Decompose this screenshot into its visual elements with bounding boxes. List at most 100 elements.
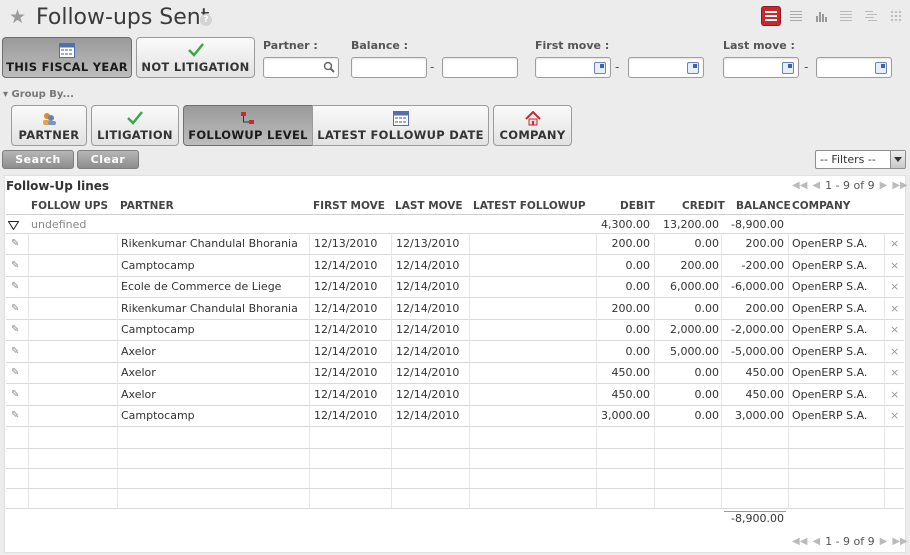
first-page-icon[interactable]: ◀◀ (792, 180, 807, 191)
cell-last-move: 12/14/2010 (396, 388, 460, 401)
close-icon[interactable]: × (890, 388, 899, 401)
first-move-dash: - (615, 60, 620, 74)
column-latest-followup[interactable]: LATEST FOLLOWUP (473, 200, 586, 212)
pencil-icon[interactable]: ✎ (11, 238, 19, 249)
filters-select-value: -- Filters -- (820, 153, 876, 166)
last-move-from-input[interactable] (723, 57, 799, 78)
pencil-icon[interactable]: ✎ (11, 324, 19, 335)
graph-view-icon[interactable] (811, 6, 831, 26)
column-follow-ups[interactable]: FOLLOW UPS (31, 200, 108, 212)
column-debit[interactable]: DEBIT (620, 200, 655, 212)
pencil-icon[interactable]: ✎ (11, 389, 19, 400)
last-move-to-input[interactable] (816, 57, 892, 78)
close-icon[interactable]: × (890, 259, 899, 272)
column-company[interactable]: COMPANY (792, 200, 850, 212)
pager-text[interactable]: 1 - 9 of 9 (825, 535, 875, 548)
latest-followup-date-group-label: LATEST FOLLOWUP DATE (317, 128, 484, 142)
column-credit[interactable]: CREDIT (682, 200, 725, 212)
group-by-partner[interactable]: PARTNER (11, 105, 87, 146)
kanban-view-icon[interactable] (886, 6, 906, 26)
row-divider (6, 340, 904, 341)
cell-partner: Camptocamp (121, 409, 195, 422)
close-icon[interactable]: × (890, 323, 899, 336)
pencil-icon[interactable]: ✎ (11, 303, 19, 314)
close-icon[interactable]: × (890, 345, 899, 358)
cell-company: OpenERP S.A. (792, 388, 868, 401)
list-view-icon[interactable] (761, 6, 781, 26)
date-picker-icon[interactable] (875, 62, 887, 74)
column-last-move[interactable]: LAST MOVE (395, 200, 463, 212)
pencil-icon[interactable]: ✎ (11, 281, 19, 292)
row-divider (6, 488, 904, 489)
cell-company: OpenERP S.A. (792, 302, 868, 315)
partner-input[interactable] (263, 57, 339, 78)
group-by-toggle[interactable]: ▾ Group By... (3, 89, 74, 100)
cell-credit: 200.00 (680, 259, 720, 272)
favorite-star-icon[interactable]: ★ (9, 8, 26, 27)
cell-debit: 200.00 (611, 302, 651, 315)
check-icon (187, 41, 204, 59)
cell-debit: 200.00 (611, 237, 651, 250)
search-button[interactable]: Search (2, 150, 74, 169)
previous-page-icon[interactable]: ◀ (812, 536, 820, 547)
close-icon[interactable]: × (890, 302, 899, 315)
date-picker-icon[interactable] (687, 62, 699, 74)
cell-balance: -6,000.00 (731, 280, 784, 293)
balance-from-input[interactable] (351, 57, 427, 78)
cell-partner: Rikenkumar Chandulal Bhorania (121, 237, 298, 250)
not-litigation-filter[interactable]: NOT LITIGATION (136, 37, 255, 78)
pencil-icon[interactable]: ✎ (11, 410, 19, 421)
balance-to-input[interactable] (442, 57, 518, 78)
group-collapse-icon[interactable] (7, 220, 20, 233)
cell-company: OpenERP S.A. (792, 366, 868, 379)
pager-text[interactable]: 1 - 9 of 9 (825, 179, 875, 192)
first-move-to-input[interactable] (628, 57, 704, 78)
previous-page-icon[interactable]: ◀ (812, 180, 820, 191)
last-page-icon[interactable]: ▶▶ (892, 536, 907, 547)
date-picker-icon[interactable] (782, 62, 794, 74)
close-icon[interactable]: × (890, 409, 899, 422)
group-by-latest-followup-date[interactable]: LATEST FOLLOWUP DATE (312, 105, 489, 146)
pencil-icon[interactable]: ✎ (11, 260, 19, 271)
cell-debit: 450.00 (611, 388, 651, 401)
chevron-down-icon (890, 151, 905, 168)
filters-select[interactable]: -- Filters -- (815, 150, 906, 169)
row-divider (6, 297, 904, 298)
cell-partner: Axelor (121, 388, 156, 401)
calendar-view-icon[interactable] (836, 6, 856, 26)
cell-last-move: 12/14/2010 (396, 280, 460, 293)
form-view-icon[interactable] (786, 6, 806, 26)
cell-balance: 200.00 (745, 302, 785, 315)
clear-button[interactable]: Clear (77, 150, 139, 169)
cell-debit: 450.00 (611, 366, 651, 379)
last-page-icon[interactable]: ▶▶ (892, 180, 907, 191)
group-by-litigation[interactable]: LITIGATION (91, 105, 179, 146)
close-icon[interactable]: × (890, 237, 899, 250)
column-first-move[interactable]: FIRST MOVE (313, 200, 385, 212)
pencil-icon[interactable]: ✎ (11, 367, 19, 378)
column-partner[interactable]: PARTNER (120, 200, 174, 212)
close-icon[interactable]: × (890, 366, 899, 379)
close-icon[interactable]: × (890, 280, 899, 293)
cell-first-move: 12/14/2010 (314, 280, 378, 293)
row-divider (6, 426, 904, 427)
partner-group-label: PARTNER (18, 128, 80, 142)
group-label[interactable]: undefined (31, 218, 86, 231)
cell-first-move: 12/14/2010 (314, 302, 378, 315)
this-fiscal-year-filter[interactable]: THIS FISCAL YEAR (2, 37, 132, 78)
cell-balance: -2,000.00 (731, 323, 784, 336)
column-balance[interactable]: BALANCE (736, 200, 791, 212)
litigation-group-label: LITIGATION (97, 128, 173, 142)
next-page-icon[interactable]: ▶ (880, 536, 888, 547)
search-icon[interactable] (323, 61, 335, 73)
next-page-icon[interactable]: ▶ (880, 180, 888, 191)
group-by-followup-level[interactable]: FOLLOWUP LEVEL (183, 105, 313, 146)
group-by-company[interactable]: COMPANY (493, 105, 572, 146)
calendar-icon (392, 109, 409, 127)
first-move-from-input[interactable] (535, 57, 611, 78)
help-icon[interactable]: ? (200, 14, 212, 26)
date-picker-icon[interactable] (594, 62, 606, 74)
pencil-icon[interactable]: ✎ (11, 346, 19, 357)
first-page-icon[interactable]: ◀◀ (792, 536, 807, 547)
gantt-view-icon[interactable] (861, 6, 881, 26)
